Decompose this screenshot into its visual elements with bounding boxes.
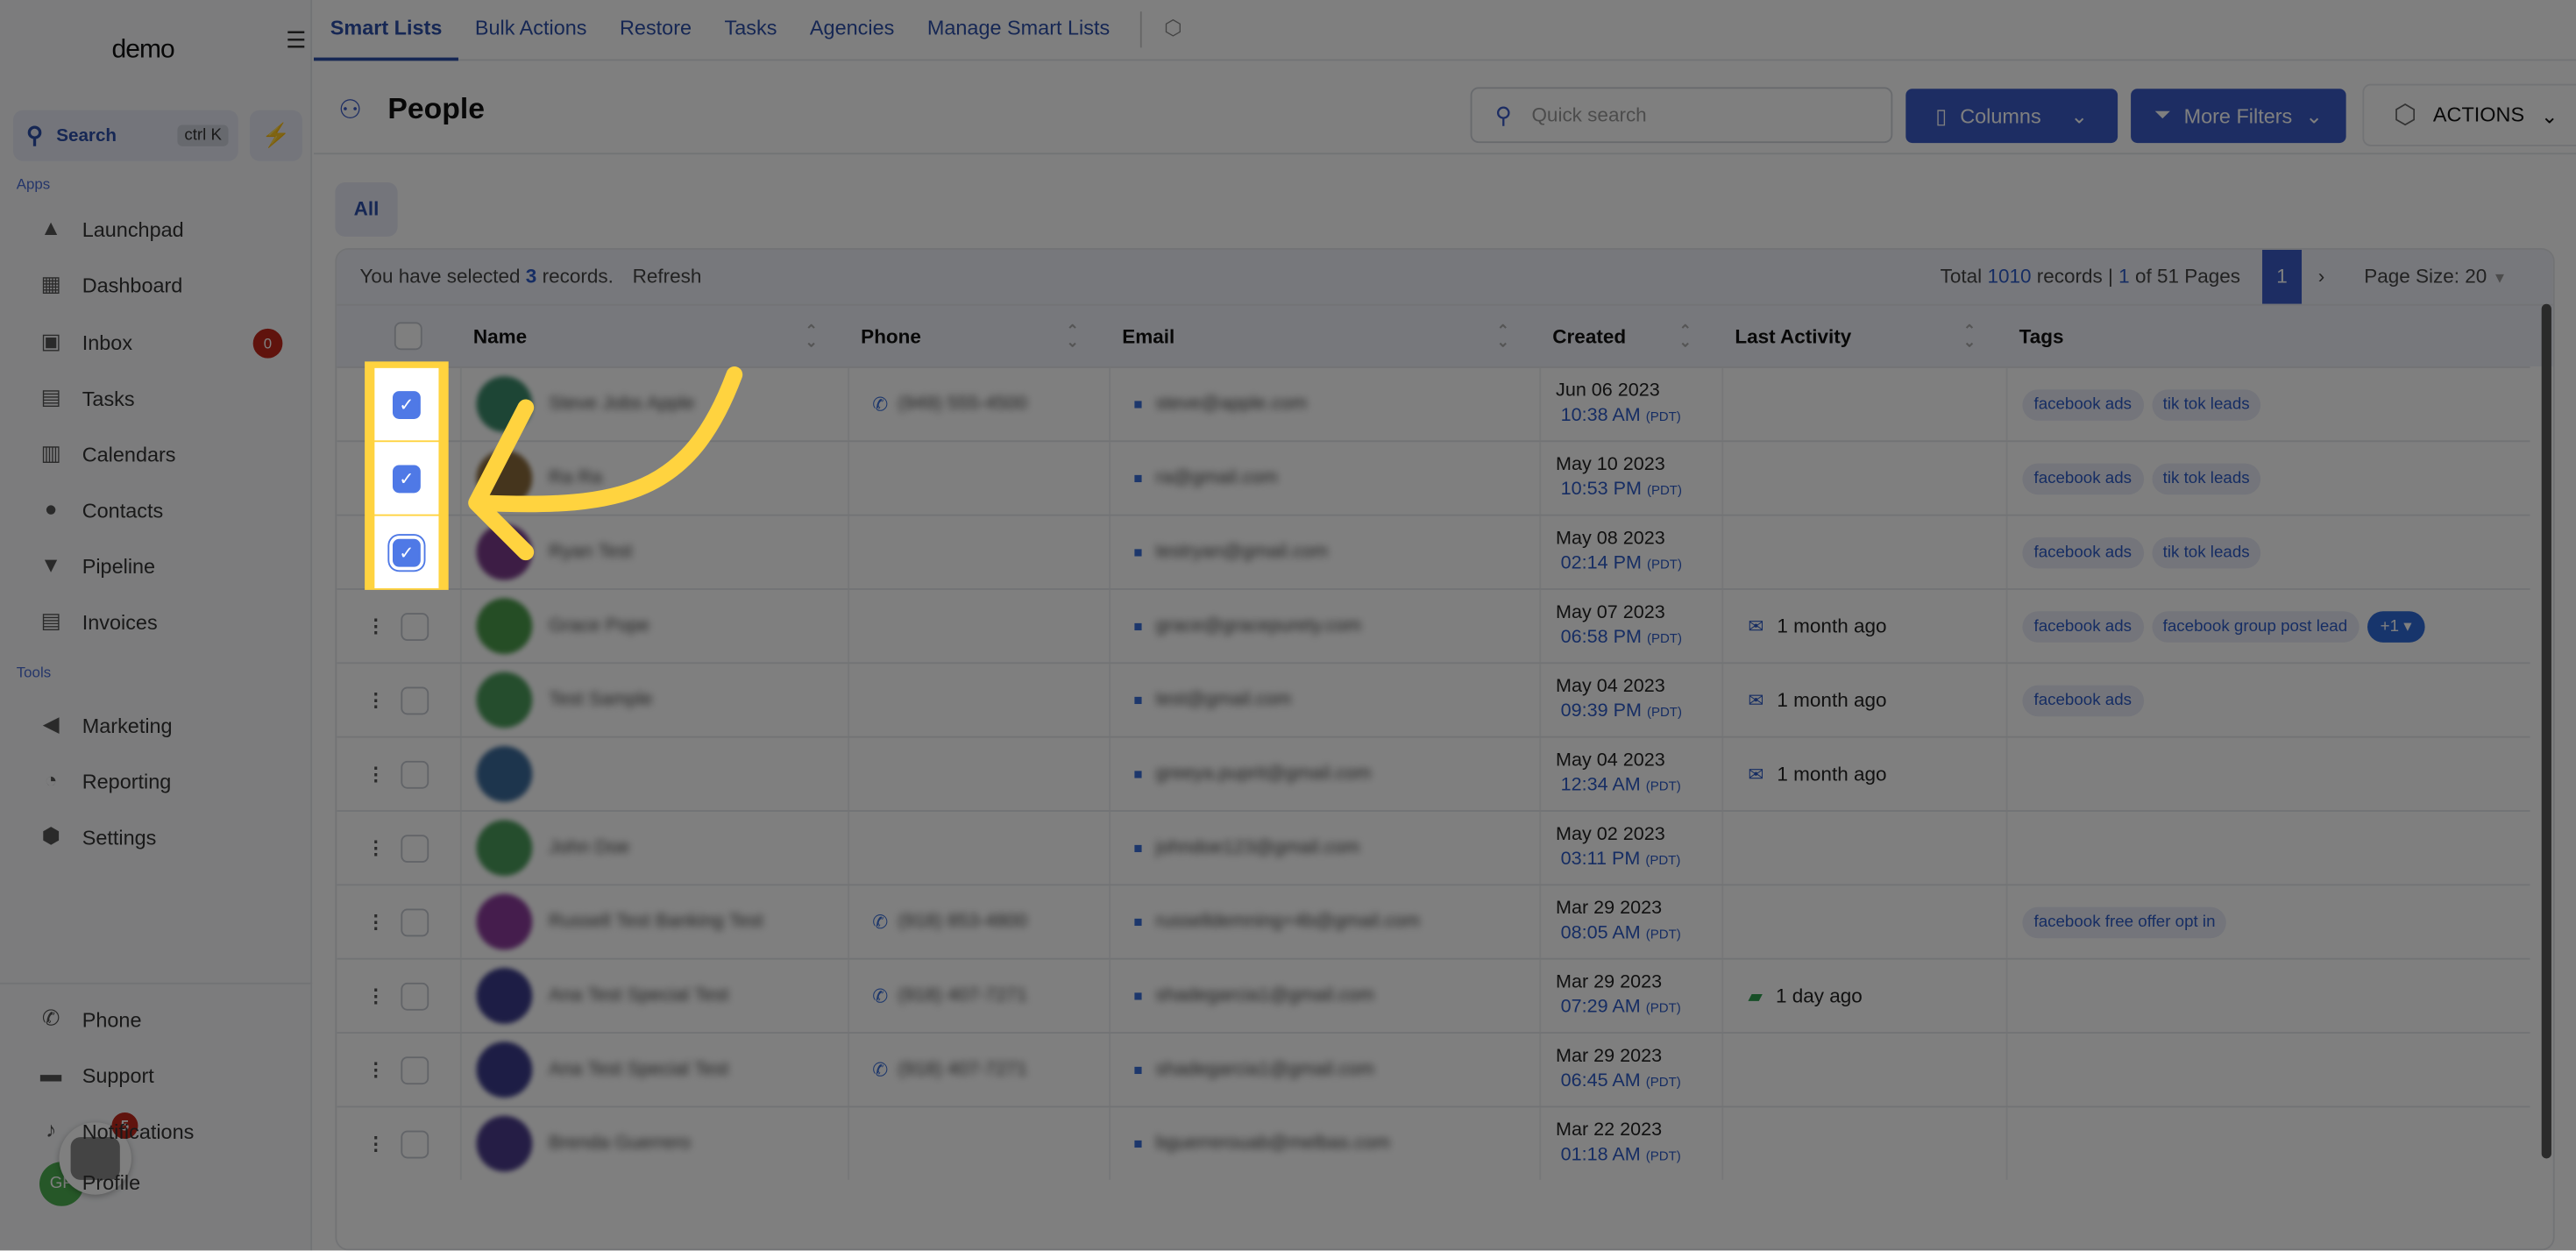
app-window: demo ☰ ⚲ Search ctrl K ⚡ Apps Tools GP 5 ▲… bbox=[0, 0, 2576, 1251]
arrow-annotation-icon bbox=[468, 366, 743, 561]
